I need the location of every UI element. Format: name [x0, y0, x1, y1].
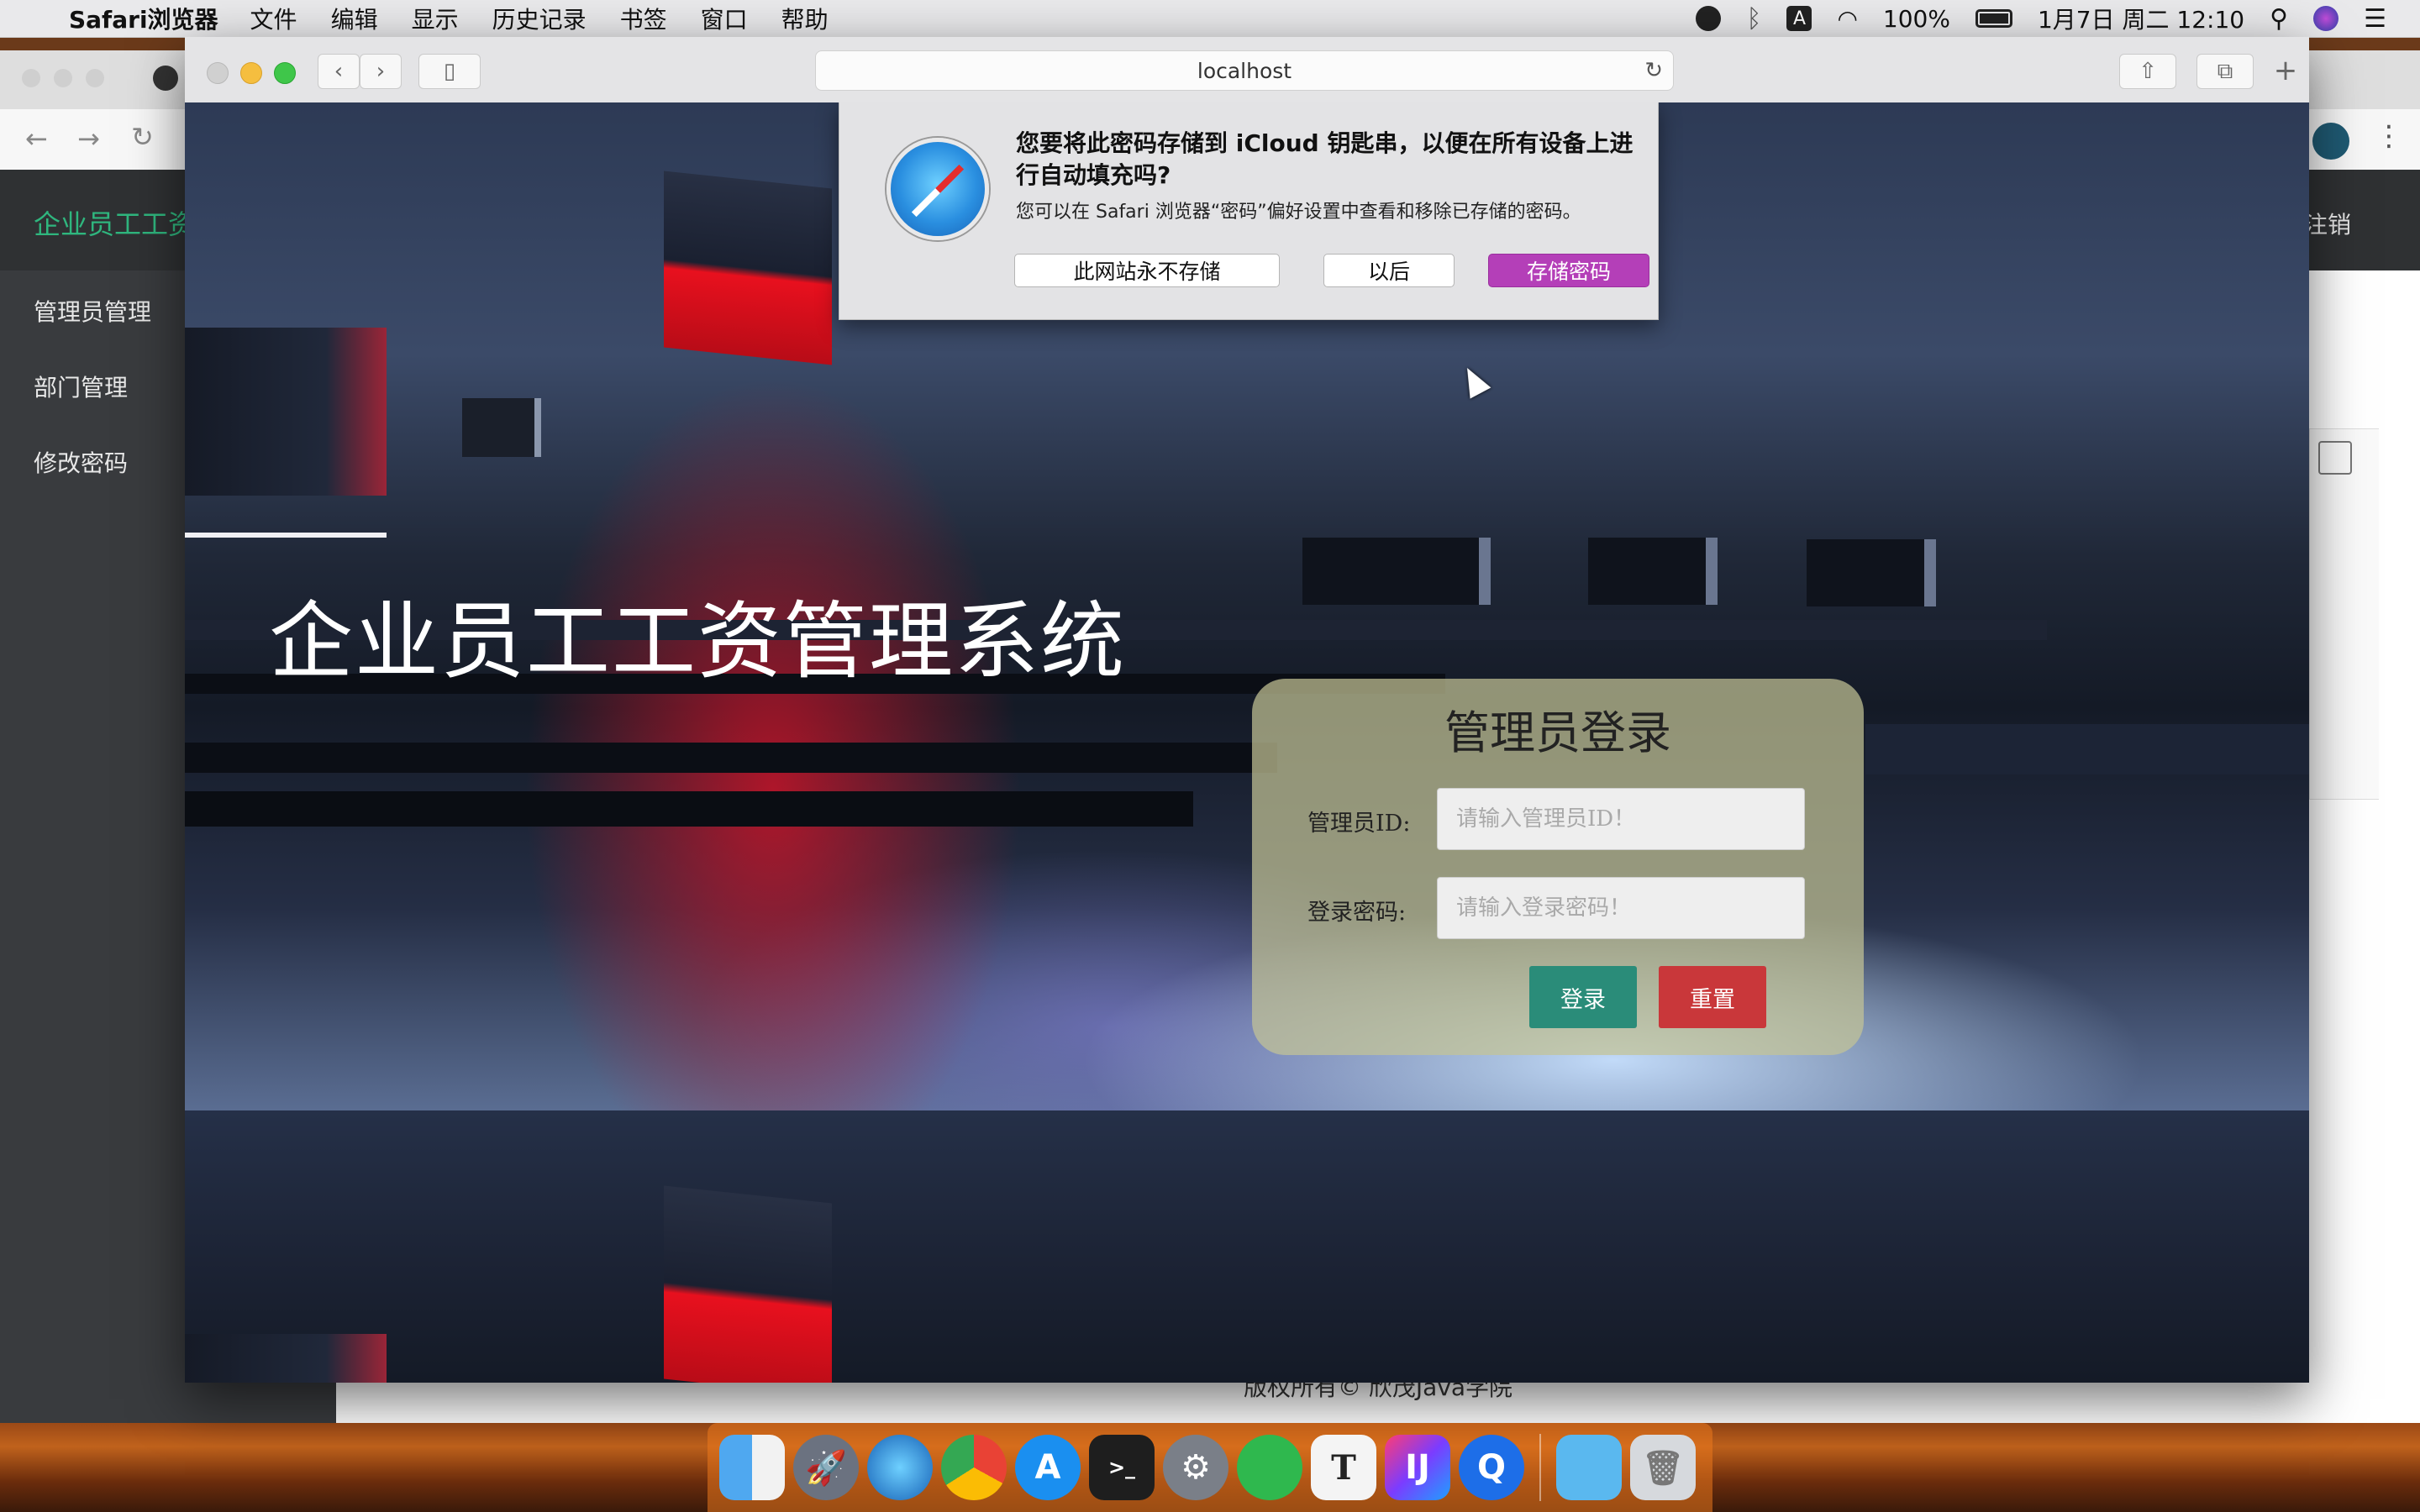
folder-icon[interactable] — [1556, 1435, 1622, 1500]
launchpad-icon[interactable]: 🚀 — [793, 1435, 859, 1500]
forward-icon[interactable]: → — [77, 123, 100, 155]
profile-avatar[interactable] — [2312, 123, 2349, 160]
print-icon[interactable] — [2318, 441, 2352, 475]
globe-icon — [153, 66, 178, 91]
page-title: 企业员工工资管理系统 — [269, 592, 1126, 690]
finder-icon[interactable] — [719, 1435, 785, 1500]
login-button[interactable]: 登录 — [1529, 966, 1637, 1028]
dock-separator — [1539, 1434, 1541, 1501]
decor-cube — [185, 328, 387, 496]
intellij-icon[interactable]: IJ — [1385, 1435, 1450, 1500]
url-text: localhost — [1197, 58, 1292, 83]
decor-cube — [1302, 538, 1491, 605]
close-icon[interactable] — [22, 69, 40, 87]
system-preferences-icon[interactable]: ⚙ — [1163, 1435, 1228, 1500]
safari-window: ‹ › ▯ localhost ↻ ⇧ ⧉ + 企业员工工资管理系统 管理员登录… — [185, 37, 2309, 1383]
sidebar-item-department[interactable]: 部门管理 — [34, 370, 128, 403]
menu-history[interactable]: 历史记录 — [492, 2, 587, 35]
minimize-icon[interactable] — [54, 69, 72, 87]
record-icon[interactable] — [1696, 6, 1722, 31]
later-button[interactable]: 以后 — [1323, 254, 1455, 287]
wifi-icon[interactable]: ◠ — [1837, 5, 1857, 33]
sidebar-item-change-password[interactable]: 修改密码 — [34, 445, 128, 479]
menu-bar: Safari浏览器 文件 编辑 显示 历史记录 书签 窗口 帮助 ᛒ A ◠ 1… — [0, 0, 2420, 38]
menu-help[interactable]: 帮助 — [781, 2, 829, 35]
navicat-icon[interactable] — [1237, 1435, 1302, 1500]
save-password-dialog: 您要将此密码存储到 iCloud 钥匙串，以便在所有设备上进行自动填充吗? 您可… — [839, 102, 1659, 320]
login-card: 管理员登录 管理员ID: 登录密码: 登录 重置 — [1252, 679, 1864, 1055]
decor-stripe — [1865, 724, 2309, 774]
share-icon[interactable]: ⇧ — [2119, 54, 2176, 89]
save-password-button[interactable]: 存储密码 — [1488, 254, 1649, 287]
password-label: 登录密码: — [1307, 900, 1407, 926]
siri-icon[interactable] — [2313, 6, 2339, 31]
reload-icon[interactable]: ↻ — [1644, 58, 1663, 83]
password-input[interactable] — [1437, 877, 1805, 939]
menu-app-name[interactable]: Safari浏览器 — [69, 2, 218, 35]
menu-bookmarks[interactable]: 书签 — [620, 2, 667, 35]
typora-icon[interactable]: T — [1311, 1435, 1376, 1500]
admin-id-input[interactable] — [1437, 788, 1805, 850]
decor-cube — [185, 1334, 387, 1383]
never-save-button[interactable]: 此网站永不存储 — [1014, 254, 1280, 287]
menu-window[interactable]: 窗口 — [701, 2, 748, 35]
dock: 🚀 A >_ ⚙ T IJ Q 🗑 — [708, 1423, 1712, 1512]
menu-edit[interactable]: 编辑 — [331, 2, 378, 35]
decor-cube — [1807, 539, 1936, 606]
background-scene-lower — [185, 1110, 2309, 1383]
minimize-icon[interactable] — [240, 62, 262, 84]
sidebar-item-admin[interactable]: 管理员管理 — [34, 294, 151, 328]
dialog-message: 您可以在 Safari 浏览器“密码”偏好设置中查看和移除已存储的密码。 — [1016, 202, 1581, 223]
notification-center-icon[interactable]: ☰ — [2364, 4, 2386, 34]
trash-icon[interactable]: 🗑 — [1630, 1435, 1696, 1500]
web-content: 企业员工工资管理系统 管理员登录 管理员ID: 登录密码: 登录 重置 您要将此… — [185, 102, 2309, 1383]
login-heading: 管理员登录 — [1444, 706, 1671, 759]
safari-compass-icon — [886, 138, 989, 240]
decor-stripe — [185, 743, 1277, 773]
more-menu-icon[interactable]: ⋮ — [2375, 119, 2403, 153]
forward-icon[interactable]: › — [360, 54, 402, 89]
decor-cube — [1588, 538, 1718, 605]
decor-light-bar — [185, 533, 387, 538]
background-brand: 企业员工工资 — [34, 208, 196, 240]
chrome-icon[interactable] — [941, 1435, 1007, 1500]
back-icon[interactable]: ‹ — [318, 54, 360, 89]
admin-id-label: 管理员ID: — [1307, 811, 1411, 837]
terminal-icon[interactable]: >_ — [1089, 1435, 1155, 1500]
menu-view[interactable]: 显示 — [412, 2, 459, 35]
dialog-title: 您要将此密码存储到 iCloud 钥匙串，以便在所有设备上进行自动填充吗? — [1016, 129, 1634, 189]
zoom-icon[interactable] — [274, 62, 296, 84]
clock[interactable]: 1月7日 周二 12:10 — [2038, 2, 2244, 35]
reload-icon[interactable]: ↻ — [131, 121, 154, 153]
spotlight-icon[interactable]: ⚲ — [2270, 4, 2288, 34]
battery-icon[interactable] — [1975, 9, 2012, 28]
logout-link[interactable]: 注销 — [2304, 207, 2351, 240]
decor-cube — [664, 1185, 832, 1383]
back-icon[interactable]: ← — [25, 123, 48, 155]
address-bar[interactable]: localhost ↻ — [815, 50, 1674, 91]
reset-button[interactable]: 重置 — [1659, 966, 1766, 1028]
menu-bar-status: ᛒ A ◠ 100% 1月7日 周二 12:10 ⚲ ☰ — [1696, 0, 2386, 37]
background-table — [2309, 428, 2379, 800]
quicktime-icon[interactable]: Q — [1459, 1435, 1524, 1500]
close-icon[interactable] — [207, 62, 229, 84]
menu-file[interactable]: 文件 — [250, 2, 297, 35]
bluetooth-icon[interactable]: ᛒ — [1746, 4, 1761, 34]
sidebar-toggle-icon[interactable]: ▯ — [418, 54, 481, 89]
decor-cube — [664, 171, 832, 365]
battery-percent: 100% — [1882, 4, 1950, 33]
decor-cube — [462, 398, 541, 457]
tab-overview-icon[interactable]: ⧉ — [2196, 54, 2254, 89]
new-tab-icon[interactable]: + — [2269, 54, 2302, 87]
zoom-icon[interactable] — [86, 69, 104, 87]
decor-stripe — [185, 791, 1193, 827]
safari-toolbar: ‹ › ▯ localhost ↻ ⇧ ⧉ + — [185, 37, 2309, 103]
safari-icon[interactable] — [867, 1435, 933, 1500]
app-store-icon[interactable]: A — [1015, 1435, 1081, 1500]
input-method-icon[interactable]: A — [1786, 6, 1812, 31]
